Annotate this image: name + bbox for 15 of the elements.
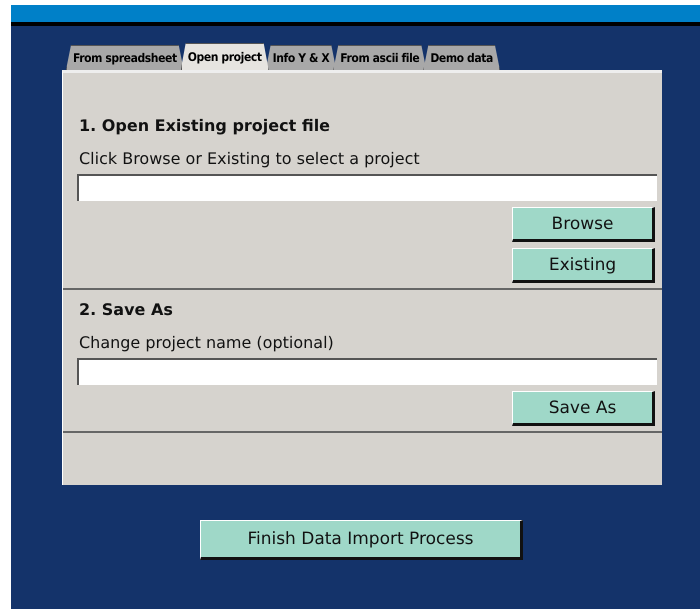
section-title: 1. Open Existing project file (79, 116, 332, 135)
field-label: Click Browse or Existing to select a project (79, 149, 421, 168)
action-button[interactable]: Browse (512, 207, 655, 242)
field-label: Change project name (optional) (79, 333, 335, 352)
finish-button[interactable]: Finish Data Import Process (200, 520, 523, 560)
input-field[interactable] (77, 358, 657, 385)
tab[interactable]: Open project (180, 43, 269, 70)
tab[interactable]: From ascii file (333, 45, 426, 70)
tab[interactable]: Demo data (423, 45, 500, 70)
action-button[interactable]: Save As (512, 391, 655, 426)
action-button[interactable]: Existing (512, 248, 655, 283)
tab[interactable]: Info Y & X (266, 45, 336, 70)
section-title: 2. Save As (79, 300, 174, 319)
input-field[interactable] (77, 174, 657, 201)
tab[interactable]: From spreadsheet (66, 45, 184, 70)
